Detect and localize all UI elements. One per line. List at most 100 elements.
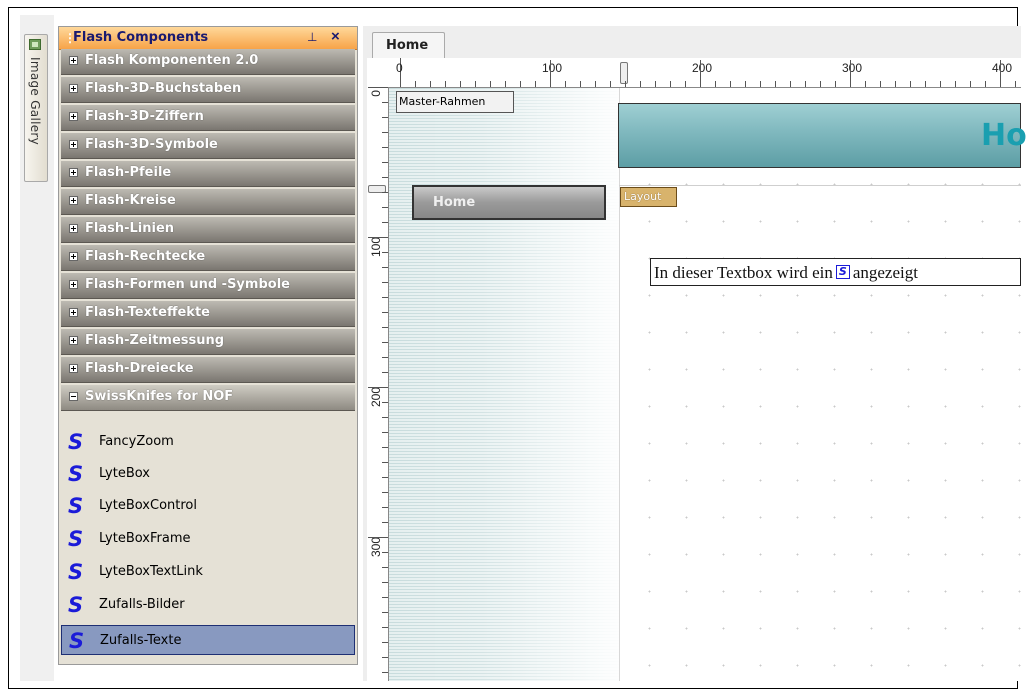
list-item[interactable]: S LyteBoxControl xyxy=(61,491,353,521)
ruler-tick xyxy=(715,81,716,87)
home-nav-button[interactable]: Home xyxy=(412,185,606,220)
expand-icon[interactable] xyxy=(69,308,78,317)
group-pfeile[interactable]: Flash-Pfeile xyxy=(61,161,355,187)
ruler-tick xyxy=(382,207,388,208)
ruler-tick xyxy=(775,81,776,87)
tab-home[interactable]: Home xyxy=(372,32,445,58)
group-3d-symbole[interactable]: Flash-3D-Symbole xyxy=(61,133,355,159)
group-linien[interactable]: Flash-Linien xyxy=(61,217,355,243)
ruler-tick xyxy=(382,597,388,598)
ruler-tick xyxy=(850,60,851,87)
list-item[interactable]: S LyteBox xyxy=(61,459,353,489)
ruler-tick xyxy=(490,81,491,87)
ruler-label: 100 xyxy=(542,61,563,75)
ruler-tick xyxy=(382,342,388,343)
group-formen[interactable]: Flash-Formen und -Symbole xyxy=(61,273,355,299)
ruler-tick xyxy=(520,81,521,87)
expand-icon[interactable] xyxy=(69,140,78,149)
ruler-tick xyxy=(625,81,626,87)
group-kreise[interactable]: Flash-Kreise xyxy=(61,189,355,215)
ruler-tick xyxy=(368,387,388,388)
ruler-tick xyxy=(745,81,746,87)
ruler-tick xyxy=(382,417,388,418)
ruler-tick xyxy=(368,237,388,238)
header-banner[interactable]: Ho xyxy=(618,103,1027,168)
group-texteffekte[interactable]: Flash-Texteffekte xyxy=(61,301,355,327)
ruler-tick xyxy=(910,81,911,87)
master-frame-label[interactable]: Master-Rahmen xyxy=(396,91,514,113)
ruler-marker-handle[interactable] xyxy=(620,62,628,84)
ruler-tick xyxy=(535,81,536,87)
list-item[interactable]: S LyteBoxFrame xyxy=(61,524,353,554)
expand-icon[interactable] xyxy=(69,336,78,345)
ruler-tick xyxy=(955,81,956,87)
pin-icon[interactable]: ⊥ xyxy=(307,30,317,44)
ruler-tick xyxy=(382,507,388,508)
list-item[interactable]: S LyteBoxTextLink xyxy=(61,557,353,587)
ruler-tick xyxy=(382,357,388,358)
panel-header[interactable]: ⋮ Flash Components ⊥ × xyxy=(59,27,357,50)
swissknife-s-icon: S xyxy=(68,494,84,518)
expand-icon[interactable] xyxy=(69,252,78,261)
collapse-icon[interactable] xyxy=(69,392,78,401)
ruler-tick xyxy=(382,567,388,568)
ruler-tick xyxy=(1000,60,1001,87)
expand-icon[interactable] xyxy=(69,112,78,121)
ruler-tick xyxy=(382,552,388,553)
ruler-tick xyxy=(565,81,566,87)
ruler-corner xyxy=(367,58,388,87)
ruler-tick xyxy=(880,81,881,87)
ruler-tick xyxy=(382,672,388,673)
group-swissknifes[interactable]: SwissKnifes for NOF xyxy=(61,385,355,411)
ruler-tick xyxy=(475,81,476,87)
ruler-tick xyxy=(1015,81,1016,87)
group-flash-komponenten[interactable]: Flash Komponenten 2.0 xyxy=(61,49,355,75)
ruler-tick xyxy=(700,60,701,87)
ruler-label: 200 xyxy=(369,387,383,408)
layout-tag[interactable]: Layout xyxy=(620,187,677,207)
ruler-tick xyxy=(382,432,388,433)
ruler-tick xyxy=(382,402,388,403)
ruler-tick xyxy=(415,81,416,87)
ruler-tick xyxy=(382,522,388,523)
expand-icon[interactable] xyxy=(69,364,78,373)
ruler-label: 0 xyxy=(369,90,383,97)
ruler-tick xyxy=(985,81,986,87)
list-item[interactable]: S Zufalls-Bilder xyxy=(61,590,353,620)
ruler-tick xyxy=(382,492,388,493)
ruler-tick xyxy=(460,81,461,87)
expand-icon[interactable] xyxy=(69,224,78,233)
list-item[interactable]: S FancyZoom xyxy=(61,427,353,457)
ruler-tick xyxy=(550,60,551,87)
group-rechtecke[interactable]: Flash-Rechtecke xyxy=(61,245,355,271)
ruler-tick xyxy=(382,657,388,658)
swissknife-s-icon: S xyxy=(68,593,84,617)
group-3d-buchstaben[interactable]: Flash-3D-Buchstaben xyxy=(61,77,355,103)
horizontal-ruler[interactable]: 100 200 300 400 0 xyxy=(388,58,1021,88)
image-gallery-tab[interactable]: Image Gallery xyxy=(24,34,48,182)
ruler-label: 300 xyxy=(369,537,383,558)
page-canvas[interactable] xyxy=(389,88,1021,681)
list-item-selected[interactable]: S Zufalls-Texte xyxy=(61,625,355,655)
ruler-tick xyxy=(925,81,926,87)
ruler-tick xyxy=(835,81,836,87)
expand-icon[interactable] xyxy=(69,196,78,205)
group-3d-ziffern[interactable]: Flash-3D-Ziffern xyxy=(61,105,355,131)
ruler-tick xyxy=(505,81,506,87)
group-dreiecke[interactable]: Flash-Dreiecke xyxy=(61,357,355,383)
expand-icon[interactable] xyxy=(69,168,78,177)
expand-icon[interactable] xyxy=(69,84,78,93)
ruler-label: 100 xyxy=(369,237,383,258)
flash-components-panel: ⋮ Flash Components ⊥ × Flash Komponenten… xyxy=(58,26,358,665)
close-icon[interactable]: × xyxy=(331,28,340,45)
textbox-text: In dieser Textbox wird ein Sangezeigt xyxy=(654,263,918,282)
vertical-ruler[interactable]: 0 100 200 300 xyxy=(367,87,389,681)
group-zeitmessung[interactable]: Flash-Zeitmessung xyxy=(61,329,355,355)
expand-icon[interactable] xyxy=(69,280,78,289)
expand-icon[interactable] xyxy=(69,56,78,65)
textbox-component[interactable]: In dieser Textbox wird ein Sangezeigt xyxy=(650,258,1021,286)
swissknife-s-icon: S xyxy=(68,527,84,551)
image-gallery-label: Image Gallery xyxy=(28,57,42,146)
ruler-tick xyxy=(445,81,446,87)
ruler-tick xyxy=(382,147,388,148)
